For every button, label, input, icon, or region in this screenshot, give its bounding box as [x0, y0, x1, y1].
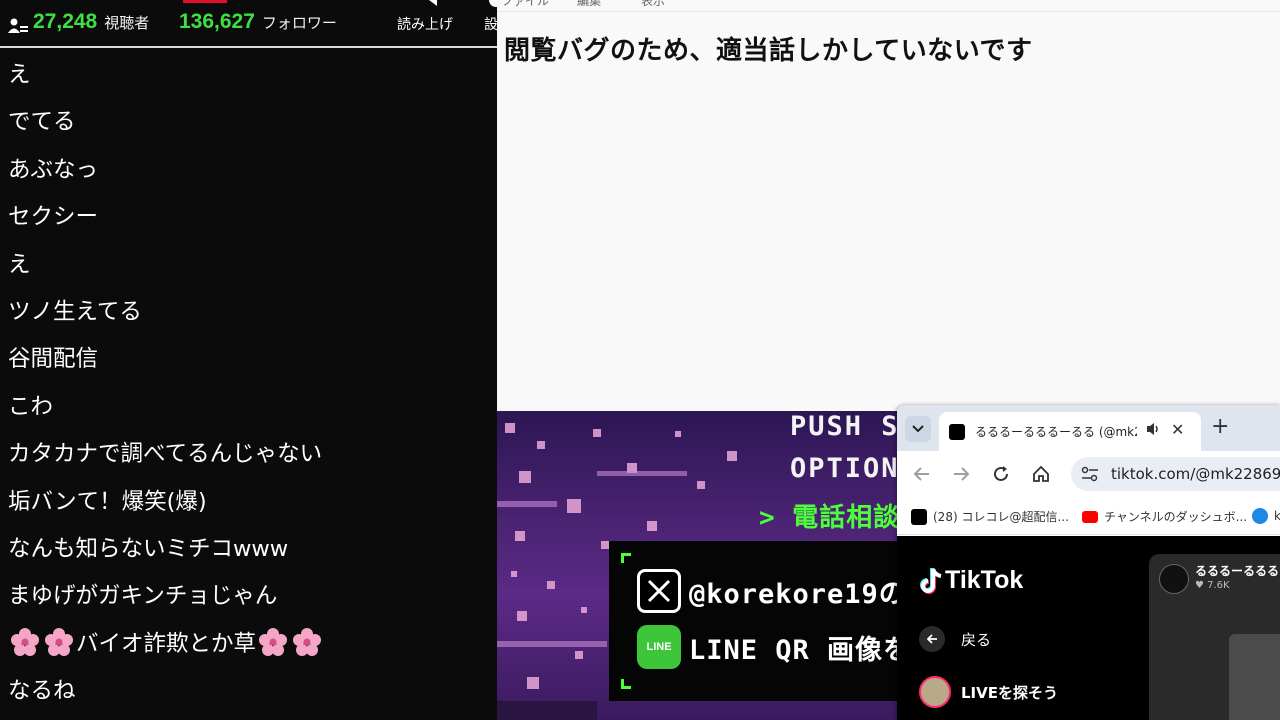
- menu-view[interactable]: 表示: [641, 0, 665, 9]
- sakura-icon: [45, 627, 73, 656]
- site-info-icon[interactable]: [1081, 466, 1099, 482]
- back-label: 戻る: [961, 630, 992, 649]
- back-icon: [919, 626, 945, 652]
- explore-live-button[interactable]: LIVEを探そう: [919, 676, 1058, 708]
- menu-file[interactable]: ファイル: [501, 0, 549, 9]
- sakura-icon: [259, 627, 288, 656]
- tiktok-logo[interactable]: TikTok: [919, 566, 1023, 595]
- audio-playing-icon[interactable]: [1145, 421, 1161, 437]
- menu-bar: ファイル 編集 表示: [497, 0, 1280, 12]
- address-bar[interactable]: tiktok.com/@mk228696/: [1071, 457, 1280, 491]
- live-avatar: [919, 676, 951, 708]
- readout-label: 読み上げ: [397, 17, 453, 33]
- video-thumbnail: [1229, 634, 1280, 720]
- follower-label: フォロワー: [261, 14, 337, 32]
- channel-name: るるるーるるるーる: [1195, 564, 1280, 578]
- x-logo-icon: [637, 569, 681, 613]
- stream-overlay: PUSH S OPTION > 電話相談 @korekore19の LINE L…: [497, 411, 897, 720]
- comment-list: え でてる あぶなっ セクシー え ツノ生えてる 谷間配信 こわ カタカナで調べ…: [0, 52, 497, 715]
- sakura-icon: [11, 627, 39, 656]
- bookmark-label: k: [1274, 509, 1280, 523]
- tab-strip: るるるーるるるーるる (@mk228696 ✕ +: [897, 405, 1280, 451]
- chevron-down-icon: [912, 425, 924, 433]
- comment: え: [8, 62, 31, 88]
- new-tab-button[interactable]: +: [1211, 415, 1229, 439]
- follower-count: 136,627: [179, 10, 255, 33]
- bookmark-item[interactable]: チャンネルのダッシュボ...: [1082, 508, 1247, 525]
- menu-edit[interactable]: 編集: [577, 0, 601, 9]
- stats-bar: 27,248 視聴者 136,627 フォロワー 読み上げ 設: [0, 0, 497, 48]
- gear-icon: [489, 0, 497, 7]
- comment: まゆげがガキンチョじゃん: [8, 583, 278, 610]
- push-text: PUSH S: [790, 411, 897, 442]
- comment: え: [8, 251, 31, 278]
- reload-icon[interactable]: [990, 463, 1012, 485]
- comment: でてる: [8, 109, 76, 136]
- phone-consult-text: > 電話相談: [759, 503, 897, 533]
- bookmark-item[interactable]: (28) コレコレ@超配信...: [911, 508, 1069, 525]
- chat-panel: 27,248 視聴者 136,627 フォロワー 読み上げ 設 え でてる あぶ…: [0, 0, 497, 720]
- line-logo-text: LINE: [646, 641, 672, 653]
- follower-stat: 136,627 フォロワー: [179, 10, 337, 34]
- tiktok-logo-icon: [920, 567, 942, 594]
- comment: 谷間配信: [8, 346, 99, 373]
- bookmark-label: (28) コレコレ@超配信...: [933, 510, 1069, 524]
- comment-with-emoji: バイオ詐欺とか草: [0, 621, 497, 668]
- sakura-icon: [293, 627, 322, 656]
- back-arrow-icon[interactable]: [911, 463, 933, 485]
- tiktok-logo-text: TikTok: [945, 566, 1024, 594]
- home-icon[interactable]: [1030, 463, 1052, 485]
- back-button[interactable]: 戻る: [919, 626, 991, 652]
- comment-text: バイオ詐欺とか草: [76, 630, 257, 657]
- x-contact-row: @korekore19の: [637, 569, 897, 613]
- document-text[interactable]: 閲覧バグのため、適当話しかしていないです: [504, 30, 1032, 67]
- readout-button[interactable]: 読み上げ: [397, 0, 461, 46]
- viewer-stat: 27,248 視聴者: [33, 10, 149, 34]
- bookmark-item[interactable]: k: [1252, 508, 1280, 524]
- live-indicator: [183, 0, 227, 3]
- contact-info-box: @korekore19の LINE LINE QR 画像を: [609, 541, 897, 701]
- x-handle: @korekore19の: [689, 578, 897, 610]
- forward-arrow-icon[interactable]: [950, 463, 972, 485]
- edge-icon: [1252, 508, 1268, 524]
- comment: セクシー: [8, 204, 99, 231]
- browser-toolbar: tiktok.com/@mk228696/: [897, 451, 1280, 497]
- option-text: OPTION: [790, 453, 897, 484]
- viewer-count: 27,248: [33, 10, 98, 33]
- comment: ツノ生えてる: [8, 298, 142, 325]
- tab-close-icon[interactable]: ✕: [1171, 420, 1184, 439]
- tab-title: るるるーるるるーるる (@mk228696: [975, 425, 1137, 439]
- tab-search-button[interactable]: [905, 416, 931, 442]
- youtube-icon: [1082, 510, 1098, 523]
- settings-button[interactable]: 設: [484, 0, 497, 46]
- comment: 垢バンて！爆笑(爆): [8, 488, 207, 515]
- comment: あぶなっ: [8, 156, 99, 183]
- corner-mark: [621, 553, 631, 563]
- speaker-icon: [421, 0, 437, 6]
- like-count: ♥ 7.6K: [1195, 580, 1230, 591]
- explore-live-label: LIVEを探そう: [961, 683, 1058, 702]
- settings-label: 設: [484, 17, 497, 33]
- line-logo-icon: LINE: [637, 625, 681, 669]
- line-contact-row: LINE LINE QR 画像を: [637, 625, 897, 669]
- comment: こわ: [8, 393, 54, 420]
- tiktok-page: TikTok 戻る LIVEを探そう るるるーるるるーる ♥ 7.6K: [897, 536, 1280, 720]
- avatar: [1159, 564, 1189, 594]
- bookmark-label: チャンネルのダッシュボ...: [1104, 510, 1248, 524]
- bookmarks-bar: (28) コレコレ@超配信... チャンネルのダッシュボ... k: [897, 497, 1280, 535]
- video-card[interactable]: るるるーるるるーる ♥ 7.6K: [1149, 554, 1280, 720]
- tiktok-favicon-icon: [949, 424, 965, 440]
- corner-mark: [621, 679, 631, 689]
- text-editor: ファイル 編集 表示 閲覧バグのため、適当話しかしていないです: [497, 0, 1280, 411]
- viewer-label: 視聴者: [104, 14, 150, 32]
- tab-tiktok[interactable]: るるるーるるるーるる (@mk228696 ✕: [939, 412, 1201, 451]
- viewers-icon: [8, 18, 28, 33]
- comment: カタカナで調べてるんじゃない: [8, 441, 323, 468]
- comment: なるね: [8, 678, 76, 705]
- browser-window: るるるーるるるーるる (@mk228696 ✕ + tiktok.com/@mk…: [897, 405, 1280, 720]
- url-text: tiktok.com/@mk228696/: [1111, 465, 1280, 483]
- comment: なんも知らないミチコwww: [8, 535, 289, 562]
- x-icon: [911, 508, 927, 525]
- line-qr-text: LINE QR 画像を: [689, 634, 897, 666]
